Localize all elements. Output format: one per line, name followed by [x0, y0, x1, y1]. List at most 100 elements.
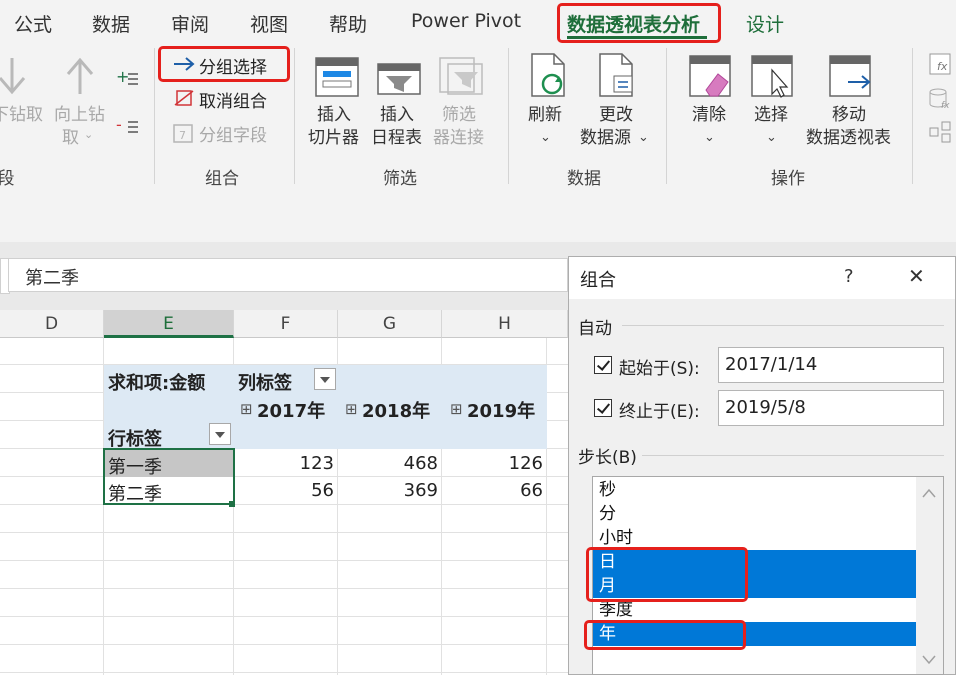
highlight-box-day-month	[586, 547, 748, 602]
insert-timeline-button-line1[interactable]: 插入	[380, 104, 414, 127]
ribbon-separator	[154, 48, 155, 184]
chevron-down-icon: ⌄	[84, 128, 94, 141]
end-at-checkbox[interactable]	[594, 399, 612, 417]
slicer-icon	[314, 54, 362, 104]
chevron-down-icon: ⌄	[704, 130, 715, 145]
row-label-filter-dropdown[interactable]	[209, 423, 231, 445]
pivot-value-cell[interactable]: 123	[234, 453, 334, 474]
column-header-d[interactable]: D	[0, 310, 104, 338]
drill-up-icon	[62, 54, 98, 102]
auto-section-label: 自动	[578, 319, 612, 339]
move-pivottable-button-line2: 数据透视表	[806, 128, 891, 148]
section-divider	[642, 455, 944, 456]
listbox-scrollbar[interactable]	[916, 477, 943, 674]
clear-icon	[688, 54, 736, 104]
scroll-up-icon[interactable]	[921, 484, 937, 503]
tab-view[interactable]: 视图	[250, 10, 288, 37]
pivot-value-cell[interactable]: 126	[442, 453, 543, 474]
scroll-down-icon[interactable]	[921, 650, 937, 669]
grid-line	[0, 476, 568, 477]
list-item[interactable]: 分	[593, 502, 916, 526]
fields-items-sets-icon[interactable]: fx	[928, 52, 954, 80]
svg-text:7: 7	[179, 129, 186, 142]
group-label-active-field: 段	[0, 169, 15, 189]
highlight-box-group-selection	[158, 46, 290, 82]
pivot-row-item[interactable]: 第二季	[108, 480, 162, 506]
end-at-label: 终止于(E):	[619, 402, 700, 422]
ungroup-button[interactable]: 取消组合	[199, 87, 267, 112]
pivot-value-cell[interactable]: 56	[234, 480, 334, 501]
help-button[interactable]: ?	[844, 266, 854, 287]
grid-line	[0, 672, 568, 673]
grid-line	[0, 616, 568, 617]
column-header-g[interactable]: G	[338, 310, 442, 338]
refresh-button[interactable]: 刷新	[528, 104, 562, 127]
column-header-f[interactable]: F	[234, 310, 338, 338]
pivot-value-cell[interactable]: 369	[338, 480, 438, 501]
tab-data[interactable]: 数据	[92, 10, 130, 37]
calendar-icon: 7	[172, 122, 196, 148]
ribbon-separator	[666, 48, 667, 184]
formula-input[interactable]: 第二季	[8, 258, 568, 292]
drill-down-button[interactable]: 下钻取	[0, 104, 43, 127]
drill-up-button-line1[interactable]: 向上钻	[54, 104, 105, 127]
pivot-column-label: 列标签	[238, 373, 292, 394]
end-at-input[interactable]: 2019/5/8	[718, 390, 944, 426]
pivot-year-header[interactable]: 2017年	[257, 397, 325, 423]
ribbon-separator	[912, 48, 913, 184]
insert-slicer-button-line1[interactable]: 插入	[317, 104, 351, 127]
tab-formulas[interactable]: 公式	[14, 10, 52, 37]
list-item[interactable]: 秒	[593, 478, 916, 502]
pivot-row-item[interactable]: 第一季	[108, 453, 162, 479]
column-label-filter-dropdown[interactable]	[314, 368, 336, 390]
change-data-source-button-line1[interactable]: 更改	[599, 104, 633, 127]
section-divider	[622, 325, 944, 326]
olap-tools-icon[interactable]: fx	[928, 86, 954, 114]
group-label-filter: 筛选	[383, 169, 417, 189]
grid-line	[0, 560, 568, 561]
expand-plus-icon[interactable]: ⊞	[345, 400, 358, 418]
pivot-year-header[interactable]: 2019年	[467, 397, 535, 423]
ribbon-separator	[508, 48, 509, 184]
ribbon-separator	[294, 48, 295, 184]
group-field-button[interactable]: 分组字段	[199, 121, 267, 146]
move-pivottable-icon	[828, 54, 876, 104]
tab-power-pivot[interactable]: Power Pivot	[411, 10, 521, 32]
close-icon[interactable]: ✕	[908, 264, 925, 288]
collapse-field-icon[interactable]: -	[116, 115, 140, 140]
formula-value: 第二季	[25, 268, 79, 289]
start-at-checkbox[interactable]	[594, 356, 612, 374]
pivot-value-field[interactable]: 求和项:金额	[108, 369, 205, 395]
move-pivottable-button-line1[interactable]: 移动	[832, 104, 866, 127]
pivot-value-cell[interactable]: 66	[442, 480, 543, 501]
clear-button[interactable]: 清除	[692, 104, 726, 127]
chevron-down-icon: ⌄	[638, 130, 649, 145]
grid-line	[0, 532, 568, 533]
tab-design[interactable]: 设计	[746, 10, 784, 37]
step-label: 步长(B)	[578, 448, 637, 468]
pivot-year-header[interactable]: 2018年	[362, 397, 430, 423]
chevron-down-icon: ⌄	[766, 130, 777, 145]
column-header-h[interactable]: H	[442, 310, 568, 338]
dialog-title: 组合	[580, 270, 616, 291]
dialog-title-bar[interactable]	[569, 257, 955, 299]
tab-review[interactable]: 审阅	[171, 10, 209, 37]
drill-down-icon	[0, 54, 30, 102]
highlight-box-year	[584, 620, 746, 650]
start-at-input[interactable]: 2017/1/14	[718, 347, 944, 383]
highlight-box-active-tab	[557, 3, 721, 43]
column-header-e[interactable]: E	[104, 310, 234, 338]
filter-connections-button-line1[interactable]: 筛选	[442, 104, 476, 127]
select-button[interactable]: 选择	[754, 104, 788, 127]
expand-field-icon[interactable]: +	[116, 67, 140, 92]
tab-help[interactable]: 帮助	[329, 10, 367, 37]
expand-plus-icon[interactable]: ⊞	[450, 400, 463, 418]
svg-text:fx: fx	[937, 60, 948, 73]
svg-text:+: +	[116, 68, 129, 86]
fill-handle[interactable]	[229, 501, 235, 507]
expand-plus-icon[interactable]: ⊞	[240, 400, 253, 418]
pivot-value-cell[interactable]: 468	[338, 453, 438, 474]
relationships-icon[interactable]	[928, 120, 954, 148]
change-data-source-icon	[596, 52, 640, 104]
grid-line	[0, 644, 568, 645]
